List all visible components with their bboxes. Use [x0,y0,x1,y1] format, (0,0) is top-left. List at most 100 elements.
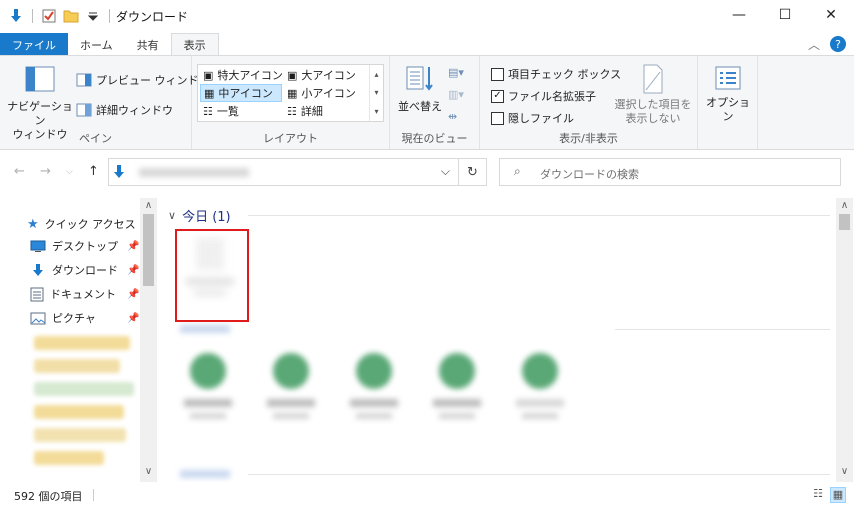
ribbon: ナビゲーション ウィンドウ プレビュー ウィンドウ 詳細ウィンドウ ペイン レイ… [0,55,854,150]
address-bar[interactable]: ⌵ ↻ [108,158,487,186]
group-header-divider [248,215,830,216]
tab-file[interactable]: ファイル [0,33,68,56]
pin-icon[interactable]: 📌 [127,241,139,252]
pane-group-label: ペイン [79,132,112,145]
forward-arrow-icon[interactable]: → [40,164,51,179]
refresh-icon[interactable]: ↻ [458,159,486,185]
pin-icon[interactable]: 📌 [127,289,139,300]
redacted-folder-entry [34,428,126,442]
customize-toolbar-chevron-icon[interactable] [85,8,101,24]
preview-pane-button[interactable]: プレビュー ウィンドウ [76,72,210,88]
scroll-down-icon[interactable]: ▾ [374,88,378,97]
help-icon[interactable]: ? [830,36,846,52]
layout-medium-icons[interactable]: ▦ 中アイコン [200,84,282,102]
item-checkboxes-checkbox[interactable] [491,67,504,81]
pin-icon[interactable]: 📌 [127,265,139,276]
navigation-pane-icon [25,66,55,92]
redacted-group-header [180,470,230,478]
layout-option-label: 中アイコン [218,87,273,100]
tab-view[interactable]: 表示 [170,33,219,56]
scroll-up-arrow-icon[interactable]: ∧ [140,200,157,211]
scroll-down-arrow-icon[interactable]: ∨ [836,466,853,477]
search-box[interactable]: ⌕ ダウンロードの検索 [499,158,841,186]
sidebar-item-label: ダウンロード [52,264,118,277]
hide-selected-button[interactable]: 選択した項目を 表示しない [614,64,692,126]
toolbar-separator [32,9,33,23]
window-title: ダウンロード [116,9,189,24]
redacted-file-item[interactable] [348,353,400,431]
file-list-scrollbar[interactable]: ∧ ∨ [836,198,853,482]
back-arrow-icon[interactable]: ← [14,164,25,179]
redacted-file-item[interactable] [514,353,566,431]
quick-access-item[interactable]: ★ クイック アクセス [27,216,136,232]
add-columns-icon: ▥▾ [448,88,464,101]
extra-large-icons-icon: ▣ [203,68,214,82]
file-extensions-toggle[interactable]: ✓ ファイル名拡張子 [491,88,596,104]
sidebar-item-label: ピクチャ [52,312,96,325]
small-icons-icon: ▦ [287,86,298,100]
minimize-button[interactable]: — [716,0,762,30]
maximize-button[interactable]: ☐ [762,0,808,30]
hidden-items-toggle[interactable]: 隠しファイル [491,110,574,126]
window-controls: — ☐ ✕ [716,0,854,30]
size-columns-button[interactable]: ⇹ [448,110,457,123]
redacted-file-item[interactable] [265,353,317,431]
redacted-group-header [180,325,230,333]
tab-home[interactable]: ホーム [68,34,125,56]
sort-by-button[interactable]: 並べ替え [398,64,442,114]
redacted-file-item[interactable] [431,353,483,431]
layout-extra-large-icons[interactable]: ▣ 特大アイコン [200,66,286,84]
size-columns-icon: ⇹ [448,110,458,123]
properties-checkmark-icon[interactable] [41,8,57,24]
sidebar-item-desktop[interactable]: デスクトップ [30,238,118,254]
sidebar-item-downloads[interactable]: ダウンロード [30,262,118,278]
layout-small-icons[interactable]: ▦ 小アイコン [284,84,359,102]
more-icon[interactable]: ▾ [374,107,378,116]
tab-share[interactable]: 共有 [125,34,171,56]
layout-list[interactable]: ☷ 一覧 [200,102,242,120]
address-dropdown-chevron-icon[interactable]: ⌵ [441,164,450,179]
group-header-today[interactable]: ∨ 今日 (1) [168,206,231,225]
add-columns-button[interactable]: ▥▾ [448,88,464,101]
redacted-folder-entry [34,451,104,465]
options-icon [715,66,741,90]
large-icons-view-icon[interactable]: ▦ [830,487,846,503]
sidebar-item-pictures[interactable]: ピクチャ [30,310,96,326]
scrollbar-thumb[interactable] [839,214,850,230]
quick-access-label: クイック アクセス [44,218,136,231]
collapse-chevron-icon[interactable]: ∨ [168,209,176,222]
layout-details[interactable]: ☷ 詳細 [284,102,326,120]
pin-icon[interactable]: 📌 [127,313,139,324]
group-by-button[interactable]: ▤▾ [448,66,464,79]
scroll-down-arrow-icon[interactable]: ∨ [140,466,157,477]
item-checkboxes-label: 項目チェック ボックス [508,68,622,81]
show-hide-group-label: 表示/非表示 [559,132,618,145]
download-icon [33,263,43,276]
item-checkboxes-toggle[interactable]: 項目チェック ボックス [491,66,621,82]
layout-gallery: ▣ 特大アイコン ▣ 大アイコン ▦ 中アイコン ▦ 小アイコン ☷ 一覧 ☷ … [197,64,384,122]
hidden-items-checkbox[interactable] [491,111,504,125]
file-extensions-checkbox[interactable]: ✓ [491,89,504,103]
close-button[interactable]: ✕ [808,0,854,30]
details-pane-button[interactable]: 詳細ウィンドウ [76,102,173,118]
recent-locations-chevron-icon[interactable]: ⌵ [66,167,73,177]
scroll-up-icon[interactable]: ▴ [374,70,378,79]
redacted-file-item[interactable] [182,353,234,431]
redacted-folder-entry [34,359,120,373]
large-icons-icon: ▣ [287,68,298,82]
sort-by-icon [406,66,433,91]
layout-gallery-scroll[interactable]: ▴ ▾ ▾ [369,65,383,121]
options-group: オプション [698,56,758,149]
options-button[interactable]: オプション [702,66,754,124]
new-folder-icon[interactable] [63,8,79,24]
sidebar-item-label: デスクトップ [52,240,118,253]
details-view-icon[interactable]: ☷ [810,487,826,503]
hide-selected-icon [643,64,663,94]
scroll-up-arrow-icon[interactable]: ∧ [836,200,853,211]
collapse-ribbon-chevron-icon[interactable]: ︿ [808,36,820,53]
navigation-pane-scrollbar[interactable]: ∧ ∨ [140,198,157,482]
sidebar-item-documents[interactable]: ドキュメント [30,286,116,302]
layout-large-icons[interactable]: ▣ 大アイコン [284,66,359,84]
up-arrow-icon[interactable]: ↑ [88,164,99,179]
scrollbar-thumb[interactable] [143,214,154,286]
